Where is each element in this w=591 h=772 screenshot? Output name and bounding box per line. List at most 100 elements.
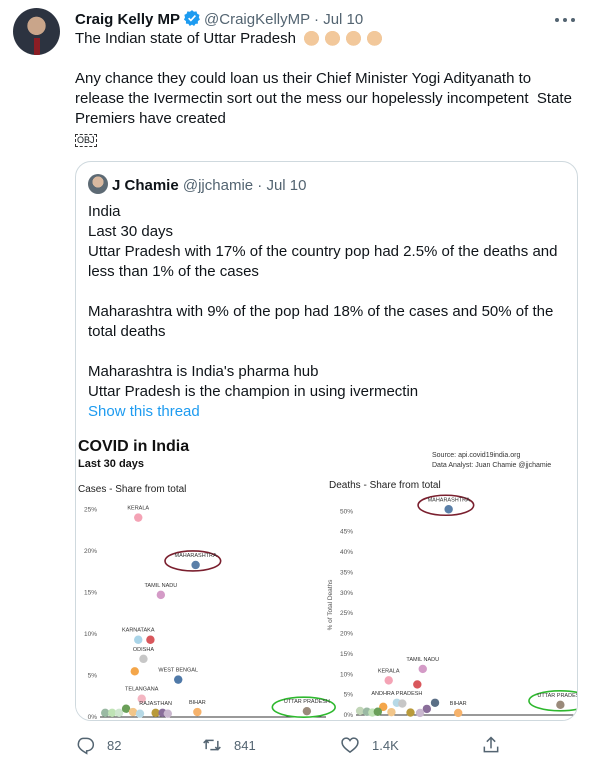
clapping-hands-icon [365, 29, 385, 46]
chart-title: Deaths - Share from total [329, 480, 441, 491]
quote-line: India [88, 203, 121, 220]
author-name[interactable]: Craig Kelly MP [75, 11, 180, 28]
data-point [444, 505, 453, 514]
quote-header: J Chamie @jjchamie · Jul 10 [88, 174, 307, 196]
chart-title: Cases - Share from total [78, 484, 186, 495]
point-label: MAHARASHTRA [175, 553, 218, 559]
y-tick-label: 50% [340, 508, 353, 515]
y-tick-label: 40% [340, 549, 353, 556]
y-tick-label: 10% [340, 671, 353, 678]
data-point [128, 707, 138, 717]
data-point [453, 708, 463, 718]
quote-date: Jul 10 [266, 177, 307, 194]
y-tick-label: 45% [340, 529, 353, 536]
author-handle[interactable]: @CraigKellyMP [204, 11, 310, 28]
point-label: ODISHA [133, 647, 154, 653]
quote-line: Maharashtra is India's pharma hub [88, 363, 319, 380]
data-point [146, 635, 155, 644]
point-label: BIHAR [450, 701, 467, 707]
scatter-charts: Cases - Share from total 0% 5% 10% 15% 20% 25%… [76, 480, 577, 720]
more-options-icon[interactable] [553, 10, 577, 30]
point-label: KARNATAKA [122, 628, 155, 634]
clapping-hands-icon [302, 29, 322, 46]
tweet-date[interactable]: Jul 10 [323, 11, 363, 28]
more-dot [563, 18, 567, 22]
data-point [156, 590, 166, 600]
quoted-tweet[interactable]: J Chamie @jjchamie · Jul 10 India Last 3… [75, 161, 578, 721]
point-label: TAMIL NADU [144, 583, 177, 589]
quote-text: India Last 30 days Uttar Pradesh with 17… [88, 202, 563, 422]
quote-author-name: J Chamie [112, 177, 179, 194]
data-point [384, 676, 393, 685]
chart-image[interactable]: COVID in India Last 30 days Source: api.… [76, 437, 577, 720]
data-point [174, 675, 183, 684]
data-point [302, 706, 312, 716]
avatar-tie [34, 38, 40, 55]
data-point [135, 709, 145, 718]
reply-button[interactable]: 82 [75, 735, 121, 755]
point-label: UTTAR PRADESH [537, 693, 577, 699]
data-point [373, 707, 382, 716]
point-label: RAJASTHAN [139, 701, 172, 707]
quote-author-avatar [88, 174, 108, 194]
object-replacement-glyph: OBJ [75, 134, 97, 147]
data-point [556, 700, 565, 710]
data-point [130, 667, 139, 676]
y-tick-label: 25% [84, 506, 97, 513]
point-label: KERALA [127, 506, 149, 512]
quote-line: Uttar Pradesh with 17% of the country po… [88, 243, 558, 280]
y-tick-label: 20% [340, 631, 353, 638]
point-label: TAMIL NADU [406, 657, 439, 663]
y-tick-label: 20% [84, 548, 97, 555]
action-bar: 82 841 1.4K [75, 733, 580, 757]
retweet-icon [203, 739, 221, 751]
share-icon [483, 736, 499, 753]
point-label: UTTAR PRADESH [284, 699, 330, 705]
tweet-line-1: The Indian state of Uttar Pradesh [75, 30, 296, 47]
data-point [193, 707, 202, 717]
reply-count: 82 [107, 737, 122, 753]
author-avatar[interactable] [13, 8, 60, 55]
more-dot [571, 18, 575, 22]
show-thread-link[interactable]: Show this thread [88, 402, 563, 422]
reply-icon [77, 737, 95, 755]
heart-icon [341, 737, 359, 754]
point-label: KERALA [378, 668, 400, 674]
data-point [430, 698, 440, 707]
point-label: MAHARASHTRA [428, 497, 471, 503]
quote-separator: · [257, 177, 263, 194]
retweet-button[interactable]: 841 [202, 735, 256, 755]
header-separator: · [314, 11, 320, 28]
clapping-hands-icon [344, 29, 364, 46]
like-button[interactable]: 1.4K [340, 735, 399, 755]
quote-line: Uttar Pradesh is the champion in using i… [88, 383, 419, 400]
data-point [413, 680, 422, 689]
point-label: ANDHRA PRADESH [371, 691, 422, 697]
y-tick-label: 15% [340, 651, 353, 658]
y-tick-label: 0% [344, 712, 354, 719]
y-tick-label: 0% [88, 714, 98, 720]
data-point [387, 707, 396, 717]
data-point [134, 635, 143, 644]
point-label: WEST BENGAL [158, 668, 198, 674]
data-point [191, 560, 200, 570]
share-button[interactable] [481, 735, 513, 755]
data-point [163, 709, 172, 718]
y-tick-label: 15% [84, 589, 97, 596]
y-tick-label: 5% [344, 692, 354, 699]
point-label: BIHAR [189, 700, 206, 706]
tweet-text: The Indian state of Uttar Pradesh Any ch… [75, 29, 580, 149]
quote-line: Maharashtra with 9% of the pop had 18% o… [88, 303, 554, 340]
data-point [418, 664, 427, 674]
data-point [415, 708, 425, 718]
point-label: TELANGANA [125, 687, 159, 693]
tweet[interactable]: Craig Kelly MP @CraigKellyMP · Jul 10 The… [0, 0, 591, 772]
tweet-line-2: Any chance they could loan us their Chie… [75, 70, 577, 127]
data-point [139, 654, 148, 664]
data-point [134, 513, 143, 522]
y-tick-label: 25% [340, 610, 353, 617]
retweet-count: 841 [234, 737, 256, 753]
quote-line: Last 30 days [88, 223, 174, 240]
